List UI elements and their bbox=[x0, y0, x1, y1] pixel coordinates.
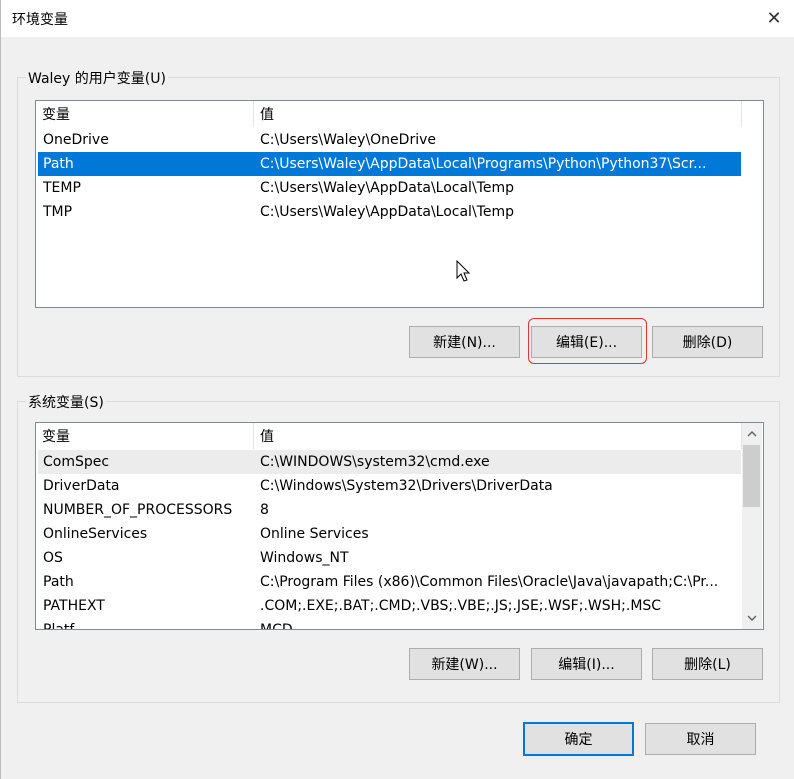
variable-value: MCD bbox=[260, 622, 293, 630]
user-edit-button[interactable]: 编辑(E)... bbox=[531, 326, 642, 358]
variable-value: Windows_NT bbox=[260, 550, 349, 566]
variable-value: .COM;.EXE;.BAT;.CMD;.VBS;.VBE;.JS;.JSE;.… bbox=[260, 598, 662, 614]
list-item[interactable]: Path C:\Users\Waley\AppData\Local\Program… bbox=[38, 152, 741, 176]
variable-value: C:\Program Files (x86)\Common Files\Orac… bbox=[260, 574, 719, 590]
column-header-value[interactable]: 值 bbox=[254, 101, 742, 127]
list-item[interactable]: Platf... MCD bbox=[38, 618, 741, 630]
variable-name: OS bbox=[43, 550, 63, 566]
system-list-header: 变量 值 bbox=[36, 423, 743, 450]
variable-name: ComSpec bbox=[43, 454, 110, 470]
system-edit-button[interactable]: 编辑(I)... bbox=[531, 648, 642, 680]
list-item[interactable]: OneDrive C:\Users\Waley\OneDrive bbox=[38, 128, 741, 152]
variable-name: Platf... bbox=[43, 622, 87, 630]
variable-name: Path bbox=[43, 156, 74, 172]
list-item[interactable]: NUMBER_OF_PROCESSORS 8 bbox=[38, 498, 741, 522]
variable-value: 8 bbox=[260, 502, 269, 518]
variable-name: OneDrive bbox=[43, 132, 109, 148]
ok-button[interactable]: 确定 bbox=[523, 722, 634, 756]
environment-variables-dialog: 环境变量 ✕ Waley 的用户变量(U) 变量 值 OneDrive C:\Us… bbox=[0, 0, 794, 779]
window-title: 环境变量 bbox=[12, 12, 68, 28]
variable-name: DriverData bbox=[43, 478, 120, 494]
list-item[interactable]: OnlineServices Online Services bbox=[38, 522, 741, 546]
list-item[interactable]: TMP C:\Users\Waley\AppData\Local\Temp bbox=[38, 200, 741, 224]
cancel-button[interactable]: 取消 bbox=[645, 723, 756, 755]
list-item[interactable]: DriverData C:\Windows\System32\Drivers\Dr… bbox=[38, 474, 741, 498]
system-new-button[interactable]: 新建(W)... bbox=[409, 648, 520, 680]
column-header-value[interactable]: 值 bbox=[254, 423, 742, 449]
list-item[interactable]: TEMP C:\Users\Waley\AppData\Local\Temp bbox=[38, 176, 741, 200]
list-item[interactable]: OS Windows_NT bbox=[38, 546, 741, 570]
scroll-up-icon[interactable] bbox=[743, 425, 761, 443]
variable-name: NUMBER_OF_PROCESSORS bbox=[43, 502, 233, 518]
system-list-scrollbar[interactable] bbox=[742, 423, 762, 629]
scroll-thumb[interactable] bbox=[743, 445, 760, 507]
variable-name: TMP bbox=[43, 204, 73, 220]
variable-name: TEMP bbox=[43, 180, 81, 196]
user-delete-button[interactable]: 删除(D) bbox=[652, 326, 763, 358]
variable-value: Online Services bbox=[260, 526, 369, 542]
system-variables-list[interactable]: 变量 值 ComSpec C:\WINDOWS\system32\cmd.exe D… bbox=[35, 422, 764, 630]
variable-value: C:\Users\Waley\AppData\Local\Programs\Py… bbox=[260, 156, 707, 172]
list-item[interactable]: PATHEXT .COM;.EXE;.BAT;.CMD;.VBS;.VBE;.JS… bbox=[38, 594, 741, 618]
variable-name: OnlineServices bbox=[43, 526, 148, 542]
variable-name: Path bbox=[43, 574, 74, 590]
scroll-down-icon[interactable] bbox=[743, 609, 761, 627]
column-header-name[interactable]: 变量 bbox=[36, 101, 254, 127]
system-variables-group-label: 系统变量(S) bbox=[26, 392, 106, 412]
column-header-name[interactable]: 变量 bbox=[36, 423, 254, 449]
variable-name: PATHEXT bbox=[43, 598, 105, 614]
variable-value: C:\Users\Waley\AppData\Local\Temp bbox=[260, 204, 514, 220]
mouse-cursor-icon bbox=[456, 260, 471, 282]
variable-value: C:\Users\Waley\OneDrive bbox=[260, 132, 436, 148]
system-delete-button[interactable]: 删除(L) bbox=[652, 648, 763, 680]
user-variables-list[interactable]: 变量 值 OneDrive C:\Users\Waley\OneDrive Path… bbox=[35, 100, 764, 308]
user-new-button[interactable]: 新建(N)... bbox=[409, 326, 520, 358]
variable-value: C:\WINDOWS\system32\cmd.exe bbox=[260, 454, 490, 470]
variable-value: C:\Users\Waley\AppData\Local\Temp bbox=[260, 180, 514, 196]
user-variables-group-label: Waley 的用户变量(U) bbox=[26, 68, 168, 88]
user-list-header: 变量 值 bbox=[36, 101, 763, 128]
close-icon[interactable]: ✕ bbox=[759, 4, 789, 32]
variable-value: C:\Windows\System32\Drivers\DriverData bbox=[260, 478, 553, 494]
title-bar: 环境变量 ✕ bbox=[1, 0, 794, 37]
list-item[interactable]: ComSpec C:\WINDOWS\system32\cmd.exe bbox=[38, 450, 741, 474]
list-item[interactable]: Path C:\Program Files (x86)\Common Files\… bbox=[38, 570, 741, 594]
